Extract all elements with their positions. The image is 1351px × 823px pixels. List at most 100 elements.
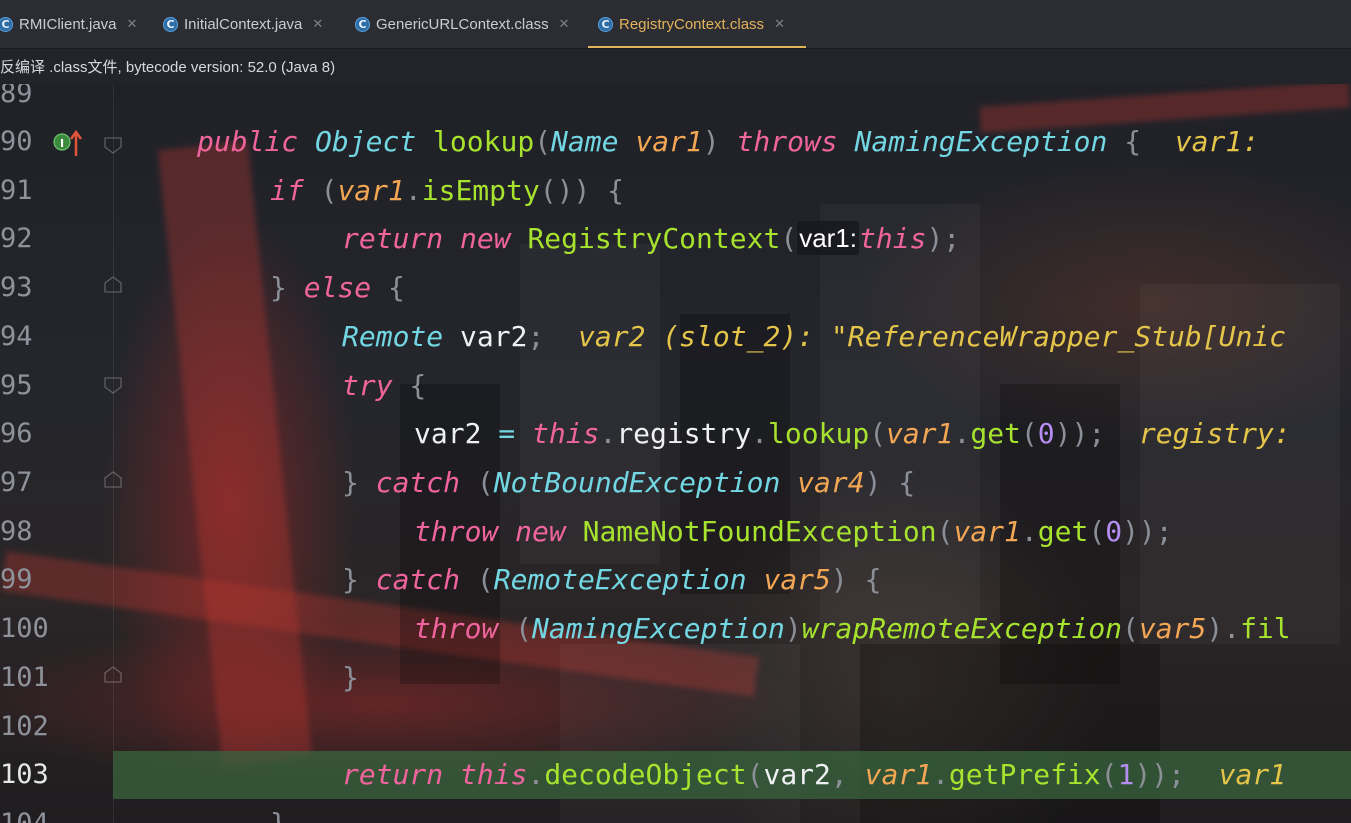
code-line: 102 (0, 703, 1351, 751)
line-number: 92 (0, 223, 33, 254)
tab-genericurlcontext[interactable]: C GenericURLContext.class ✕ (355, 0, 569, 48)
tab-registrycontext[interactable]: C RegistryContext.class ✕ (588, 0, 806, 48)
token: else (303, 271, 372, 304)
code-text: Remote var2; var2 (slot_2): "ReferenceWr… (342, 320, 1287, 353)
code-line: 96 var2 = this.registry.lookup(var1.get(… (0, 410, 1351, 458)
token: var1 (953, 515, 1021, 548)
close-icon[interactable]: ✕ (559, 16, 570, 32)
token: this (532, 417, 600, 450)
token: new (460, 222, 511, 255)
token: NamingException (854, 125, 1108, 158)
close-icon[interactable]: ✕ (774, 16, 785, 32)
token: isEmpty (421, 174, 540, 207)
code-text: } catch (RemoteException var5) { (342, 563, 882, 596)
token: var2 (460, 320, 528, 353)
token: new (515, 515, 566, 548)
code-text: public Object lookup(Name var1) throws N… (197, 125, 1260, 158)
code-text: throw (NamingException)wrapRemoteExcepti… (414, 612, 1291, 645)
token: Name (551, 125, 619, 158)
token: var2 (763, 758, 831, 791)
line-number: 95 (0, 370, 33, 401)
code-line: 91 if (var1.isEmpty()) { (0, 167, 1351, 215)
token: NamingException (532, 612, 785, 645)
line-number: 91 (0, 175, 33, 206)
token: var5 (1138, 612, 1207, 645)
code-line: 100 throw (NamingException)wrapRemoteExc… (0, 605, 1351, 653)
code-text: } (270, 800, 287, 823)
token: var1 (635, 125, 703, 158)
token: 0 (1105, 515, 1123, 548)
code-line: 94 Remote var2; var2 (slot_2): "Referenc… (0, 313, 1351, 361)
code-editor[interactable]: I 89 90 public Object lookup(Name var1) … (0, 84, 1351, 823)
token: return (342, 222, 444, 255)
code-line: 92 return new RegistryContext(var1:this)… (0, 215, 1351, 263)
token: Object (315, 125, 417, 158)
token: var5 (763, 563, 831, 596)
tab-rmiclient[interactable]: C RMIClient.java ✕ (0, 0, 137, 48)
tab-label: RMIClient.java (19, 15, 117, 33)
tab-label: RegistryContext.class (619, 15, 765, 33)
token: registry (616, 417, 752, 450)
decompiled-notice-text: 反编译 .class文件, bytecode version: 52.0 (Ja… (0, 59, 336, 76)
token: get (970, 417, 1021, 450)
token: public (197, 125, 299, 158)
code-text: var2 = this.registry.lookup(var1.get(0))… (414, 417, 1291, 450)
token: catch (375, 563, 461, 596)
class-file-icon: C (163, 16, 178, 32)
token: var1 (886, 417, 954, 450)
line-number: 97 (0, 467, 33, 498)
line-number: 101 (0, 662, 49, 693)
debug-value-hint: var1 (1218, 758, 1287, 791)
token: var2 (414, 417, 482, 450)
token: catch (375, 466, 461, 499)
token: lookup (433, 125, 535, 158)
code-line: 101 } (0, 654, 1351, 702)
token: wrapRemoteException (801, 612, 1123, 645)
token: this (859, 222, 927, 255)
class-file-icon: C (0, 16, 13, 32)
token: return (342, 758, 444, 791)
tab-initialcontext[interactable]: C InitialContext.java ✕ (163, 0, 323, 48)
class-file-icon: C (598, 16, 613, 32)
code-text: } (342, 661, 359, 694)
tab-label: GenericURLContext.class (376, 15, 549, 33)
token: 1 (1117, 758, 1135, 791)
code-text: } catch (NotBoundException var4) { (342, 466, 916, 499)
token: NameNotFoundException (582, 515, 937, 548)
line-number: 90 (0, 126, 33, 157)
token: throw (414, 515, 499, 548)
code-line: 104 } (0, 800, 1351, 823)
token: lookup (768, 417, 870, 450)
line-number: 89 (0, 84, 33, 109)
token: 0 (1037, 417, 1055, 450)
token: NotBoundException (493, 466, 781, 499)
class-file-icon: C (355, 16, 370, 32)
line-number: 100 (0, 613, 49, 644)
line-number: 98 (0, 516, 33, 547)
line-number: 103 (0, 759, 49, 790)
token: this (460, 758, 528, 791)
editor-tab-bar: C RMIClient.java ✕ C InitialContext.java… (0, 0, 1351, 49)
current-execution-line: 103 return this.decodeObject(var2, var1.… (0, 751, 1351, 799)
tab-label: InitialContext.java (184, 15, 303, 33)
token: getPrefix (948, 758, 1101, 791)
token: var1 (864, 758, 933, 791)
line-number: 102 (0, 711, 49, 742)
token: var1 (337, 174, 405, 207)
token: get (1037, 515, 1089, 548)
token: throws (736, 125, 838, 158)
debug-value-hint: registry: (1138, 417, 1291, 450)
debug-value-hint: var1: (1174, 125, 1260, 158)
parameter-hint: var1: (797, 221, 859, 255)
token: throw (414, 612, 499, 645)
close-icon[interactable]: ✕ (312, 16, 323, 32)
token: decodeObject (544, 758, 747, 791)
code-text: if (var1.isEmpty()) { (270, 174, 625, 207)
token: var4 (797, 466, 865, 499)
decompiled-notice-banner: 反编译 .class文件, bytecode version: 52.0 (Ja… (0, 49, 1351, 84)
code-line: 95 try { (0, 362, 1351, 410)
close-icon[interactable]: ✕ (127, 16, 138, 32)
code-text: throw new NameNotFoundException(var1.get… (414, 515, 1173, 548)
code-line: 93 } else { (0, 264, 1351, 312)
line-number: 104 (0, 800, 49, 823)
